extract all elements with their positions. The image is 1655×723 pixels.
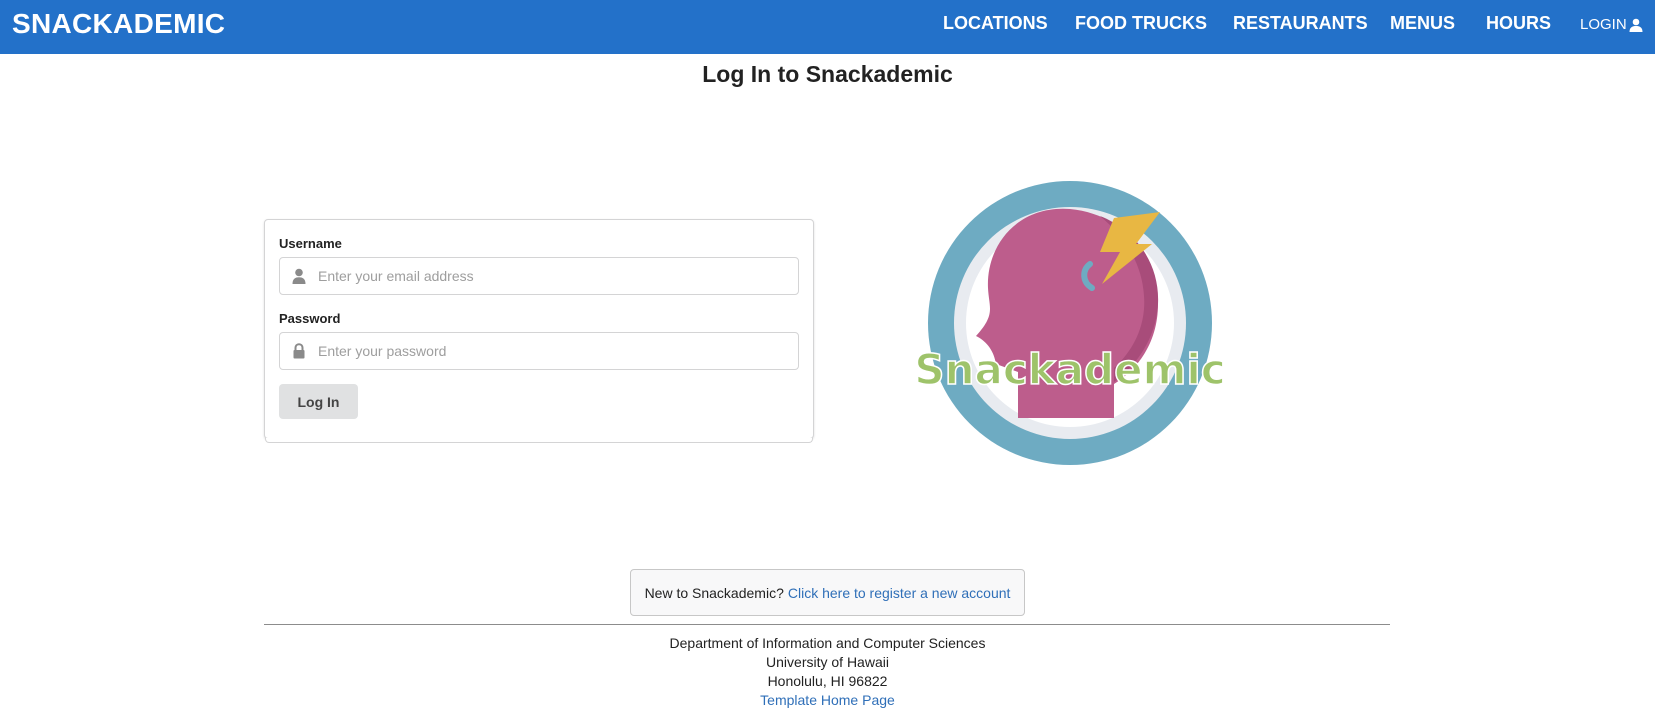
user-icon (292, 268, 306, 284)
nav-hours[interactable]: HOURS (1486, 13, 1551, 34)
password-input[interactable] (280, 333, 798, 369)
register-prompt: New to Snackademic? (644, 584, 784, 601)
footer-template-link[interactable]: Template Home Page (760, 692, 895, 708)
top-navbar: SNACKADEMIC LOCATIONS FOOD TRUCKS RESTAU… (0, 0, 1655, 54)
footer-address: Honolulu, HI 96822 (767, 673, 888, 689)
nav-login-label: LOGIN (1580, 16, 1627, 33)
nav-food-trucks[interactable]: FOOD TRUCKS (1075, 13, 1207, 34)
nav-locations[interactable]: LOCATIONS (943, 13, 1048, 34)
footer: Department of Information and Computer S… (0, 634, 1655, 710)
login-form-card: Username Password Log In (264, 219, 814, 443)
logo-wordmark: Snackademic (914, 345, 1225, 394)
page-title: Log In to Snackademic (702, 61, 953, 87)
snackademic-logo: Snackademic (914, 181, 1226, 465)
nav-menus[interactable]: MENUS (1390, 13, 1455, 34)
username-input[interactable] (280, 258, 798, 294)
username-label: Username (279, 236, 342, 251)
footer-divider (264, 624, 1390, 625)
register-message: New to Snackademic? Click here to regist… (630, 569, 1025, 616)
footer-university: University of Hawaii (766, 654, 889, 670)
nav-restaurants[interactable]: RESTAURANTS (1233, 13, 1368, 34)
password-label: Password (279, 311, 341, 326)
footer-department: Department of Information and Computer S… (669, 635, 986, 651)
username-field (279, 257, 799, 295)
nav-login-menu[interactable]: LOGIN (1580, 16, 1643, 33)
register-link[interactable]: Click here to register a new account (788, 585, 1011, 601)
user-icon (1629, 18, 1643, 32)
brand-logo-link[interactable]: SNACKADEMIC (12, 8, 225, 40)
login-submit-button[interactable]: Log In (279, 384, 358, 419)
lock-icon (293, 343, 305, 359)
password-field (279, 332, 799, 370)
